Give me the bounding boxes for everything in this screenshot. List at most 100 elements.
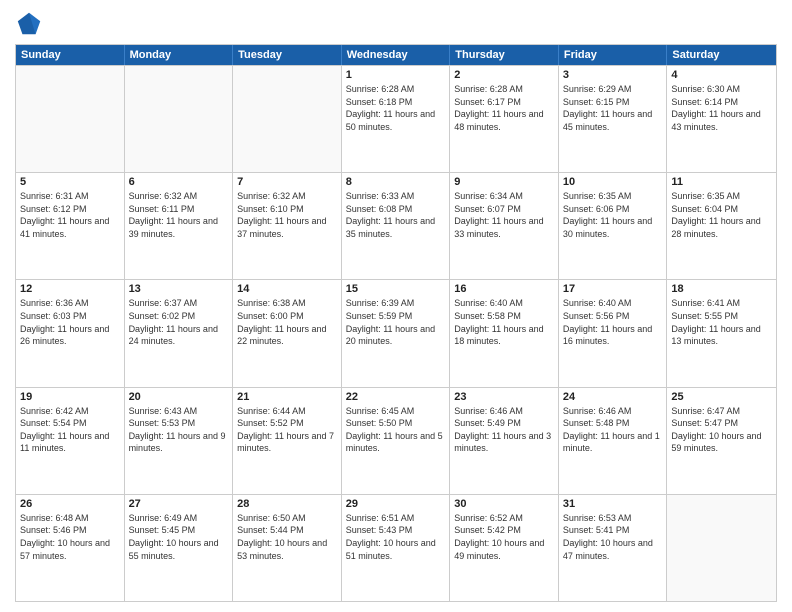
calendar-cell: 28Sunrise: 6:50 AM Sunset: 5:44 PM Dayli…	[233, 495, 342, 601]
week-row-5: 26Sunrise: 6:48 AM Sunset: 5:46 PM Dayli…	[16, 494, 776, 601]
calendar: SundayMondayTuesdayWednesdayThursdayFrid…	[15, 44, 777, 602]
cell-info: Sunrise: 6:32 AM Sunset: 6:10 PM Dayligh…	[237, 190, 337, 240]
calendar-cell: 2Sunrise: 6:28 AM Sunset: 6:17 PM Daylig…	[450, 66, 559, 172]
calendar-cell: 5 Sunrise: 6:31 AM Sunset: 6:12 PM Daylig…	[16, 173, 125, 279]
calendar-cell: 6 Sunrise: 6:32 AM Sunset: 6:11 PM Daylig…	[125, 173, 234, 279]
calendar-cell: 7 Sunrise: 6:32 AM Sunset: 6:10 PM Daylig…	[233, 173, 342, 279]
day-number: 27	[129, 498, 229, 510]
cell-info: Sunrise: 6:41 AM Sunset: 5:55 PM Dayligh…	[671, 297, 772, 347]
logo-icon	[15, 10, 43, 38]
cell-info: Sunrise: 6:40 AM Sunset: 5:58 PM Dayligh…	[454, 297, 554, 347]
calendar-cell: 22 Sunrise: 6:45 AM Sunset: 5:50 PM Dayli…	[342, 388, 451, 494]
calendar-cell: 16 Sunrise: 6:40 AM Sunset: 5:58 PM Dayli…	[450, 280, 559, 386]
header-day-monday: Monday	[125, 45, 234, 65]
calendar-cell: 29 Sunrise: 6:51 AM Sunset: 5:43 PM Dayli…	[342, 495, 451, 601]
calendar-header: SundayMondayTuesdayWednesdayThursdayFrid…	[16, 45, 776, 65]
calendar-cell: 23Sunrise: 6:46 AM Sunset: 5:49 PM Dayli…	[450, 388, 559, 494]
week-row-2: 5 Sunrise: 6:31 AM Sunset: 6:12 PM Daylig…	[16, 172, 776, 279]
calendar-cell: 1 Sunrise: 6:28 AM Sunset: 6:18 PM Daylig…	[342, 66, 451, 172]
header-day-saturday: Saturday	[667, 45, 776, 65]
calendar-cell: 18 Sunrise: 6:41 AM Sunset: 5:55 PM Dayli…	[667, 280, 776, 386]
day-number: 15	[346, 283, 446, 295]
day-number: 16	[454, 283, 554, 295]
day-number: 10	[563, 176, 663, 188]
calendar-cell: 24Sunrise: 6:46 AM Sunset: 5:48 PM Dayli…	[559, 388, 668, 494]
day-number: 5	[20, 176, 120, 188]
calendar-cell: 21Sunrise: 6:44 AM Sunset: 5:52 PM Dayli…	[233, 388, 342, 494]
cell-info: Sunrise: 6:45 AM Sunset: 5:50 PM Dayligh…	[346, 405, 446, 455]
cell-info: Sunrise: 6:42 AM Sunset: 5:54 PM Dayligh…	[20, 405, 120, 455]
calendar-cell: 13 Sunrise: 6:37 AM Sunset: 6:02 PM Dayli…	[125, 280, 234, 386]
cell-info: Sunrise: 6:37 AM Sunset: 6:02 PM Dayligh…	[129, 297, 229, 347]
cell-info: Sunrise: 6:31 AM Sunset: 6:12 PM Dayligh…	[20, 190, 120, 240]
calendar-cell: 11 Sunrise: 6:35 AM Sunset: 6:04 PM Dayli…	[667, 173, 776, 279]
day-number: 9	[454, 176, 554, 188]
cell-info: Sunrise: 6:28 AM Sunset: 6:17 PM Dayligh…	[454, 83, 554, 133]
header-day-friday: Friday	[559, 45, 668, 65]
day-number: 29	[346, 498, 446, 510]
week-row-1: 1 Sunrise: 6:28 AM Sunset: 6:18 PM Daylig…	[16, 65, 776, 172]
calendar-cell: 12Sunrise: 6:36 AM Sunset: 6:03 PM Dayli…	[16, 280, 125, 386]
week-row-3: 12Sunrise: 6:36 AM Sunset: 6:03 PM Dayli…	[16, 279, 776, 386]
day-number: 11	[671, 176, 772, 188]
day-number: 13	[129, 283, 229, 295]
calendar-cell: 30 Sunrise: 6:52 AM Sunset: 5:42 PM Dayli…	[450, 495, 559, 601]
calendar-cell	[16, 66, 125, 172]
calendar-cell: 17Sunrise: 6:40 AM Sunset: 5:56 PM Dayli…	[559, 280, 668, 386]
day-number: 1	[346, 69, 446, 81]
header-day-sunday: Sunday	[16, 45, 125, 65]
cell-info: Sunrise: 6:28 AM Sunset: 6:18 PM Dayligh…	[346, 83, 446, 133]
cell-info: Sunrise: 6:30 AM Sunset: 6:14 PM Dayligh…	[671, 83, 772, 133]
cell-info: Sunrise: 6:36 AM Sunset: 6:03 PM Dayligh…	[20, 297, 120, 347]
cell-info: Sunrise: 6:35 AM Sunset: 6:04 PM Dayligh…	[671, 190, 772, 240]
day-number: 31	[563, 498, 663, 510]
day-number: 4	[671, 69, 772, 81]
day-number: 14	[237, 283, 337, 295]
day-number: 22	[346, 391, 446, 403]
logo	[15, 10, 47, 38]
header-day-thursday: Thursday	[450, 45, 559, 65]
page: SundayMondayTuesdayWednesdayThursdayFrid…	[0, 0, 792, 612]
calendar-cell	[125, 66, 234, 172]
day-number: 3	[563, 69, 663, 81]
calendar-cell: 20 Sunrise: 6:43 AM Sunset: 5:53 PM Dayli…	[125, 388, 234, 494]
calendar-cell	[233, 66, 342, 172]
day-number: 19	[20, 391, 120, 403]
calendar-cell: 19 Sunrise: 6:42 AM Sunset: 5:54 PM Dayli…	[16, 388, 125, 494]
cell-info: Sunrise: 6:33 AM Sunset: 6:08 PM Dayligh…	[346, 190, 446, 240]
day-number: 6	[129, 176, 229, 188]
cell-info: Sunrise: 6:46 AM Sunset: 5:49 PM Dayligh…	[454, 405, 554, 455]
cell-info: Sunrise: 6:46 AM Sunset: 5:48 PM Dayligh…	[563, 405, 663, 455]
cell-info: Sunrise: 6:39 AM Sunset: 5:59 PM Dayligh…	[346, 297, 446, 347]
calendar-cell: 31Sunrise: 6:53 AM Sunset: 5:41 PM Dayli…	[559, 495, 668, 601]
cell-info: Sunrise: 6:44 AM Sunset: 5:52 PM Dayligh…	[237, 405, 337, 455]
day-number: 18	[671, 283, 772, 295]
cell-info: Sunrise: 6:40 AM Sunset: 5:56 PM Dayligh…	[563, 297, 663, 347]
day-number: 28	[237, 498, 337, 510]
cell-info: Sunrise: 6:29 AM Sunset: 6:15 PM Dayligh…	[563, 83, 663, 133]
calendar-cell: 3 Sunrise: 6:29 AM Sunset: 6:15 PM Daylig…	[559, 66, 668, 172]
calendar-cell: 9 Sunrise: 6:34 AM Sunset: 6:07 PM Daylig…	[450, 173, 559, 279]
calendar-cell: 10Sunrise: 6:35 AM Sunset: 6:06 PM Dayli…	[559, 173, 668, 279]
header-day-wednesday: Wednesday	[342, 45, 451, 65]
calendar-body: 1 Sunrise: 6:28 AM Sunset: 6:18 PM Daylig…	[16, 65, 776, 601]
cell-info: Sunrise: 6:43 AM Sunset: 5:53 PM Dayligh…	[129, 405, 229, 455]
calendar-cell: 8 Sunrise: 6:33 AM Sunset: 6:08 PM Daylig…	[342, 173, 451, 279]
calendar-cell: 14Sunrise: 6:38 AM Sunset: 6:00 PM Dayli…	[233, 280, 342, 386]
calendar-cell: 26Sunrise: 6:48 AM Sunset: 5:46 PM Dayli…	[16, 495, 125, 601]
cell-info: Sunrise: 6:34 AM Sunset: 6:07 PM Dayligh…	[454, 190, 554, 240]
day-number: 8	[346, 176, 446, 188]
cell-info: Sunrise: 6:51 AM Sunset: 5:43 PM Dayligh…	[346, 512, 446, 562]
cell-info: Sunrise: 6:52 AM Sunset: 5:42 PM Dayligh…	[454, 512, 554, 562]
cell-info: Sunrise: 6:32 AM Sunset: 6:11 PM Dayligh…	[129, 190, 229, 240]
calendar-cell: 15 Sunrise: 6:39 AM Sunset: 5:59 PM Dayli…	[342, 280, 451, 386]
day-number: 7	[237, 176, 337, 188]
calendar-cell: 4 Sunrise: 6:30 AM Sunset: 6:14 PM Daylig…	[667, 66, 776, 172]
header	[15, 10, 777, 38]
calendar-cell	[667, 495, 776, 601]
cell-info: Sunrise: 6:47 AM Sunset: 5:47 PM Dayligh…	[671, 405, 772, 455]
day-number: 30	[454, 498, 554, 510]
cell-info: Sunrise: 6:49 AM Sunset: 5:45 PM Dayligh…	[129, 512, 229, 562]
day-number: 20	[129, 391, 229, 403]
day-number: 26	[20, 498, 120, 510]
